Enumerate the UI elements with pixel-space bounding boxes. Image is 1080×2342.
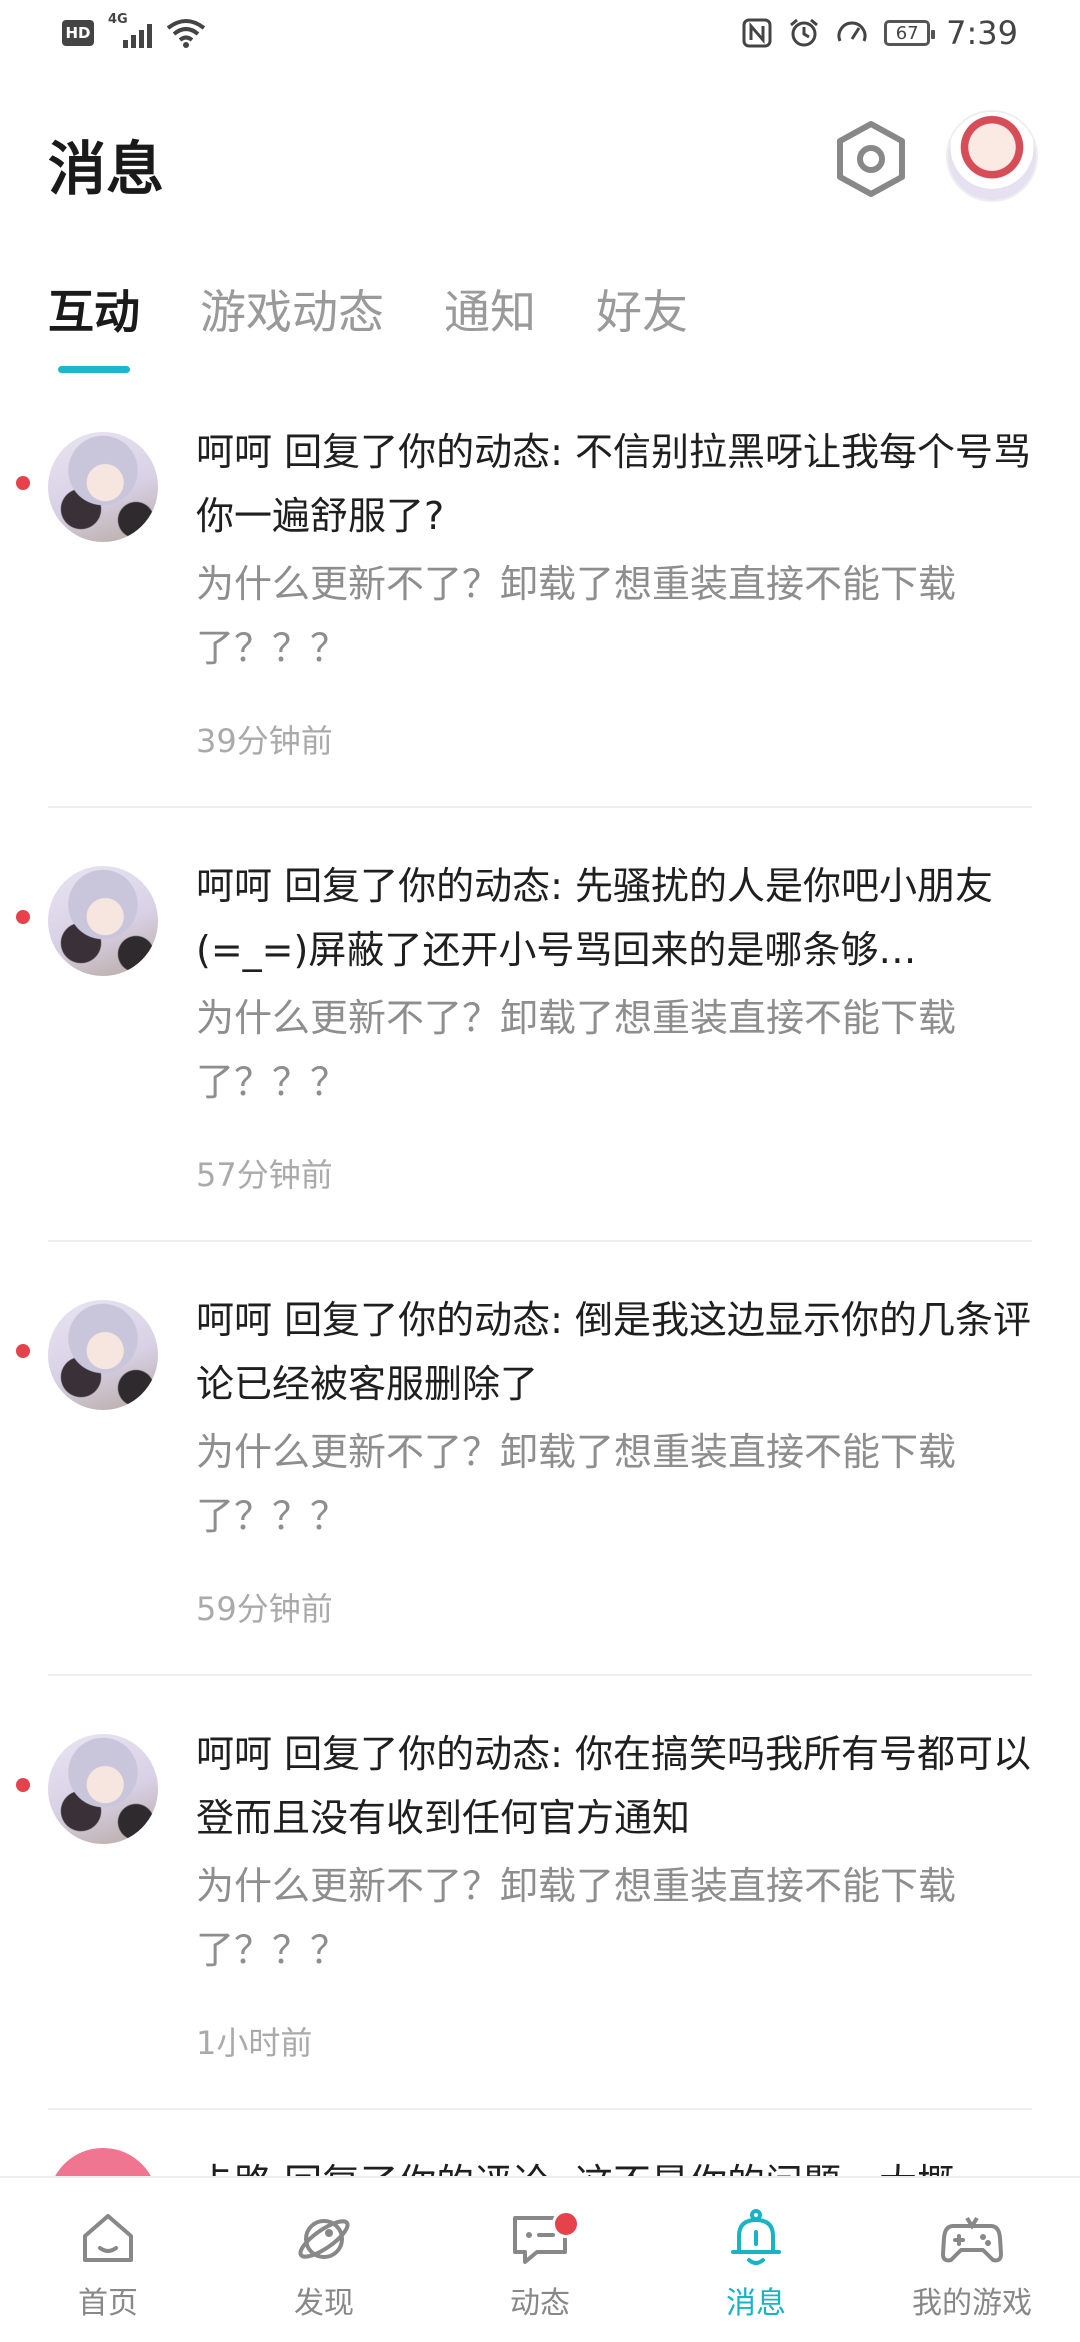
bottom-navigation: 首页 发现 动态 消息 我的游戏: [0, 2176, 1080, 2342]
unread-dot: [16, 476, 30, 490]
nav-feed-label: 动态: [510, 2286, 570, 2321]
avatar[interactable]: [48, 432, 158, 542]
quoted-post: 为什么更新不了？卸载了想重装直接不能下载了？？？: [196, 1430, 957, 1538]
divider: [48, 1674, 1032, 1676]
nav-messages-label: 消息: [726, 2286, 786, 2321]
nav-discover-label: 发现: [294, 2286, 354, 2321]
message-title: 呵呵 回复了你的动态: 你在搞笑吗我所有号都可以登而且没有收到任何官方通知: [196, 1732, 1031, 1840]
unread-dot: [16, 910, 30, 924]
home-icon: [83, 2214, 133, 2262]
timestamp: 39分钟前: [196, 722, 333, 760]
battery-icon: 67: [884, 20, 936, 46]
page-title: 消息: [48, 135, 165, 203]
wifi-icon: [166, 19, 206, 48]
message-title: 呵呵 回复了你的动态: 倒是我这边显示你的几条评论已经被客服删除了: [196, 1298, 1031, 1406]
quoted-post: 为什么更新不了？卸载了想重装直接不能下载了？？？: [196, 1864, 957, 1972]
tab-game-updates[interactable]: 游戏动态: [200, 276, 384, 342]
message-tabs: 互动 游戏动态 通知 好友: [48, 276, 688, 342]
timestamp: 57分钟前: [196, 1156, 333, 1194]
notification-badge: [552, 2210, 580, 2238]
timestamp: 1小时前: [196, 2024, 313, 2062]
avatar[interactable]: [48, 1734, 158, 1844]
message-title: 呵呵 回复了你的动态: 先骚扰的人是你吧小朋友(=_=)屏蔽了还开小号骂回来的是…: [196, 864, 993, 972]
nav-messages[interactable]: 消息: [648, 2178, 864, 2342]
list-item[interactable]: 呵呵 回复了你的动态: 你在搞笑吗我所有号都可以登而且没有收到任何官方通知 为什…: [0, 1722, 1080, 2156]
cellular-signal-icon: 4G: [108, 12, 152, 50]
nav-home[interactable]: 首页: [0, 2178, 216, 2342]
gamepad-icon: [941, 2216, 1003, 2263]
avatar[interactable]: [48, 1300, 158, 1410]
nav-feed[interactable]: 动态: [432, 2178, 648, 2342]
quoted-post: 为什么更新不了？卸载了想重装直接不能下载了？？？: [196, 562, 957, 670]
battery-level: 67: [895, 22, 919, 44]
list-item[interactable]: 呵呵 回复了你的动态: 倒是我这边显示你的几条评论已经被客服删除了 为什么更新不…: [0, 1288, 1080, 1722]
tab-friends[interactable]: 好友: [596, 276, 688, 342]
list-item[interactable]: 呵呵 回复了你的动态: 不信别拉黑呀让我每个号骂你一遍舒服了? 为什么更新不了？…: [0, 420, 1080, 854]
list-item[interactable]: 呵呵 回复了你的动态: 先骚扰的人是你吧小朋友(=_=)屏蔽了还开小号骂回来的是…: [0, 854, 1080, 1288]
clock: 7:39: [946, 14, 1018, 52]
divider: [48, 806, 1032, 808]
settings-hexagon-icon[interactable]: [830, 118, 912, 200]
tab-notifications[interactable]: 通知: [444, 276, 536, 342]
user-avatar[interactable]: [948, 112, 1036, 200]
message-title: 呵呵 回复了你的动态: 不信别拉黑呀让我每个号骂你一遍舒服了?: [196, 430, 1031, 538]
speedometer-icon: [837, 21, 867, 42]
nfc-icon: [742, 18, 772, 48]
alarm-icon: [790, 18, 819, 47]
avatar[interactable]: [48, 866, 158, 976]
nav-home-label: 首页: [78, 2286, 138, 2321]
divider: [48, 2108, 1032, 2110]
nav-my-games[interactable]: 我的游戏: [864, 2178, 1080, 2342]
active-tab-indicator: [58, 366, 130, 373]
timestamp: 59分钟前: [196, 1590, 333, 1628]
nav-my-games-label: 我的游戏: [912, 2286, 1032, 2321]
quoted-post: 为什么更新不了？卸载了想重装直接不能下载了？？？: [196, 996, 957, 1104]
unread-dot: [16, 1778, 30, 1792]
tab-interaction[interactable]: 互动: [48, 276, 140, 342]
nav-discover[interactable]: 发现: [216, 2178, 432, 2342]
hd-badge: HD: [62, 20, 94, 46]
bell-icon: [731, 2209, 781, 2265]
unread-dot: [16, 1344, 30, 1358]
status-bar: HD 4G 67 7:39: [0, 0, 1080, 76]
planet-icon: [298, 2219, 350, 2259]
divider: [48, 1240, 1032, 1242]
